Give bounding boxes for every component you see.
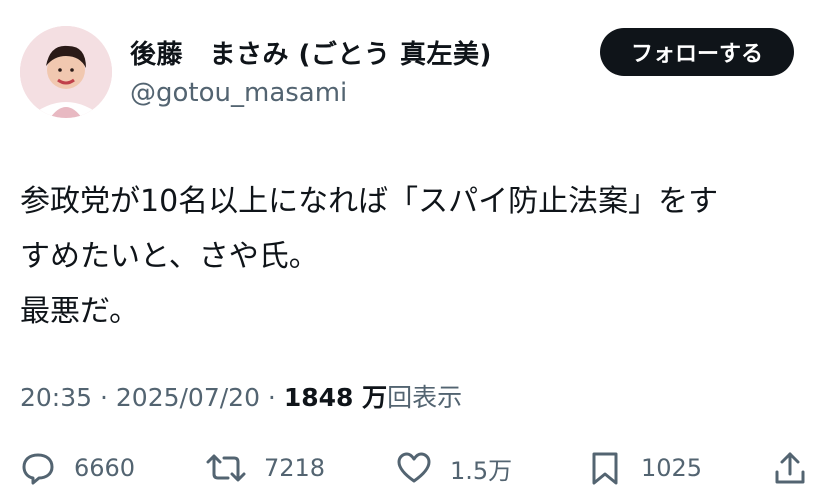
- meta-separator: ·: [259, 383, 284, 412]
- views-count[interactable]: 1848 万: [284, 383, 387, 412]
- author-handle[interactable]: @gotou_masami: [130, 78, 347, 108]
- tweet-meta: 20:35 · 2025/07/20 · 1848 万回表示: [20, 378, 462, 414]
- avatar[interactable]: [20, 26, 112, 118]
- author-display-name[interactable]: 後藤 まさみ (ごとう 真左美): [130, 34, 492, 71]
- heart-icon: [396, 450, 432, 486]
- bookmark-icon: [587, 450, 623, 486]
- retweet-count: 7218: [264, 454, 326, 482]
- bookmark-button[interactable]: 1025: [587, 446, 702, 490]
- retweet-icon: [204, 450, 248, 486]
- retweet-button[interactable]: 7218: [204, 446, 325, 490]
- share-icon: [772, 450, 808, 486]
- bookmark-count: 1025: [641, 454, 703, 482]
- avatar-photo-icon: [20, 26, 112, 118]
- reply-button[interactable]: 6660: [20, 446, 135, 490]
- tweet-line: すめたいと、さや氏。: [20, 239, 319, 274]
- tweet-date[interactable]: 2025/07/20: [116, 383, 260, 412]
- tweet-text: 参政党が10名以上になれば「スパイ防止法案」をす すめたいと、さや氏。 最悪だ。: [20, 174, 810, 339]
- follow-button[interactable]: フォローする: [600, 28, 794, 76]
- meta-separator: ·: [92, 383, 116, 412]
- like-button[interactable]: 1.5万: [396, 446, 512, 490]
- like-count: 1.5万: [450, 456, 513, 485]
- tweet-time[interactable]: 20:35: [20, 383, 92, 412]
- views-label[interactable]: 回表示: [387, 383, 462, 412]
- reply-count: 6660: [74, 454, 136, 482]
- tweet-line: 最悪だ。: [20, 294, 140, 329]
- tweet-line: 参政党が10名以上になれば「スパイ防止法案」をす: [20, 184, 719, 219]
- reply-icon: [20, 450, 56, 486]
- share-button[interactable]: [772, 446, 808, 490]
